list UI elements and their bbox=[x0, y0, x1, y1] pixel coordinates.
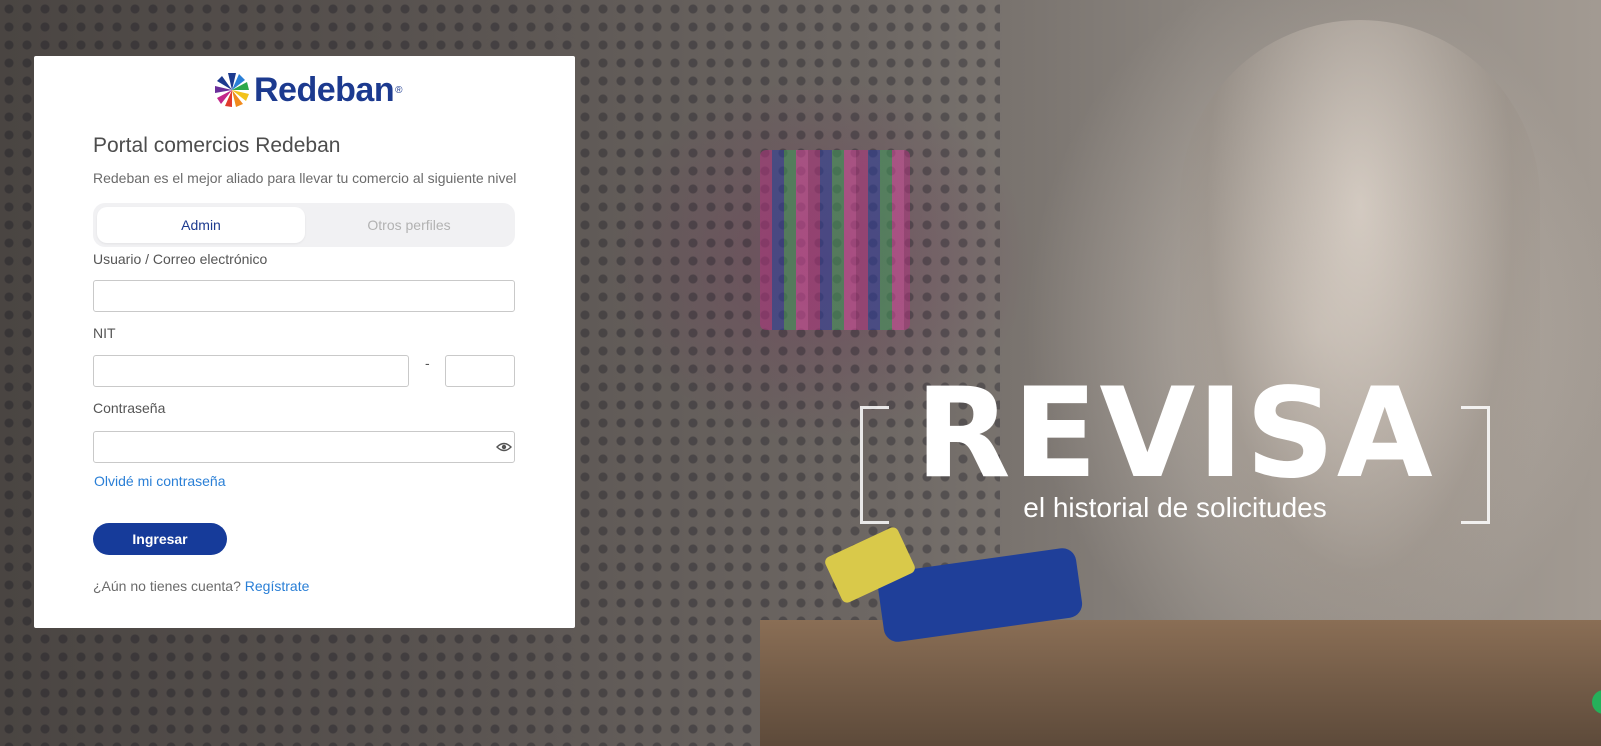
background-shelf-bags bbox=[760, 150, 910, 330]
logo-text: Redeban bbox=[254, 70, 395, 109]
logo-registered-mark: ® bbox=[395, 84, 403, 96]
background-merchant bbox=[1180, 20, 1540, 640]
login-button[interactable]: Ingresar bbox=[93, 523, 227, 555]
signup-link[interactable]: Regístrate bbox=[245, 578, 310, 594]
user-input[interactable] bbox=[93, 280, 515, 312]
signup-prompt: ¿Aún no tienes cuenta? bbox=[93, 578, 241, 594]
eye-icon[interactable] bbox=[496, 442, 512, 452]
profile-tabs: Admin Otros perfiles bbox=[93, 203, 515, 247]
nit-input[interactable] bbox=[93, 355, 409, 387]
tab-other-profiles[interactable]: Otros perfiles bbox=[305, 207, 513, 243]
password-input[interactable] bbox=[93, 431, 515, 463]
forgot-password-link[interactable]: Olvidé mi contraseña bbox=[94, 473, 226, 489]
hero-title: REVISA bbox=[915, 362, 1435, 506]
nit-verification-digit-input[interactable] bbox=[445, 355, 515, 387]
hero-subtitle: el historial de solicitudes bbox=[1023, 492, 1327, 523]
brand-logo: Redeban ® bbox=[214, 70, 402, 110]
nit-label: NIT bbox=[93, 325, 116, 341]
hero-banner: REVISA el historial de solicitudes bbox=[860, 372, 1490, 530]
login-card: Redeban ® Portal comercios Redeban Redeba… bbox=[34, 56, 575, 628]
background-counter bbox=[760, 620, 1601, 746]
page-title: Portal comercios Redeban bbox=[93, 134, 341, 157]
password-label: Contraseña bbox=[93, 400, 166, 416]
redeban-logo-icon bbox=[215, 73, 249, 107]
page-subtitle: Redeban es el mejor aliado para llevar t… bbox=[93, 170, 517, 186]
nit-separator: - bbox=[425, 355, 430, 371]
signup-row: ¿Aún no tienes cuenta? Regístrate bbox=[93, 578, 309, 594]
tab-admin[interactable]: Admin bbox=[97, 207, 305, 243]
user-label: Usuario / Correo electrónico bbox=[93, 251, 268, 267]
